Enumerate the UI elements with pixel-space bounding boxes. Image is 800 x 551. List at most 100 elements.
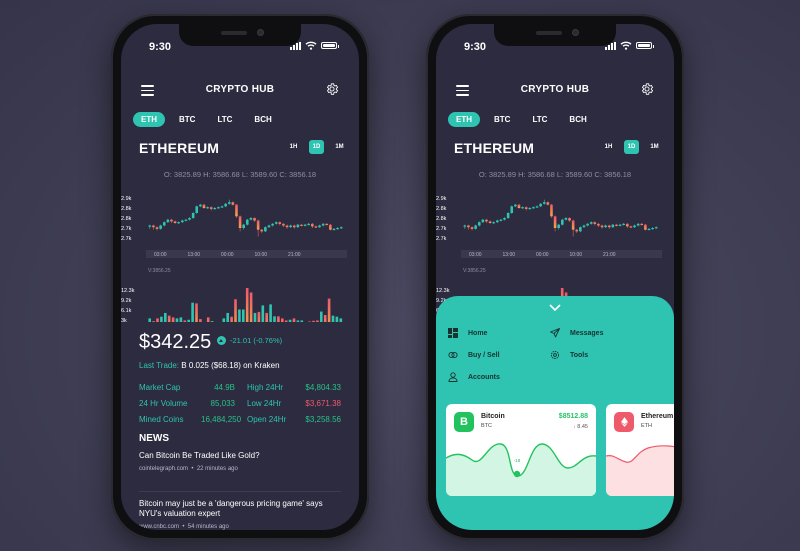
coin-tab-eth[interactable]: ETH <box>133 112 165 127</box>
range-tab-1d[interactable]: 1D <box>309 140 324 154</box>
candle <box>546 202 550 205</box>
news-headline[interactable]: Bitcoin may just be a 'dangerous pricing… <box>139 499 341 519</box>
x-tick-label: 00:00 <box>221 252 234 258</box>
volume-bar <box>277 316 280 322</box>
volume-bar <box>312 320 315 322</box>
menu-item-label: Messages <box>570 329 604 337</box>
stat-label: Open 24Hr <box>247 414 287 424</box>
volume-bar <box>195 303 198 322</box>
news-source: www.cnbc.com <box>139 524 180 530</box>
menu-item-label: Home <box>468 329 488 337</box>
volume-bar <box>160 316 163 322</box>
menu-item-label: Tools <box>570 351 589 359</box>
candle <box>640 223 644 226</box>
candle <box>604 225 607 228</box>
candle <box>264 227 267 232</box>
candle <box>231 202 235 205</box>
coin-card-sparkline <box>606 445 674 496</box>
candle <box>517 204 521 208</box>
coin-tab-ltc[interactable]: LTC <box>209 112 240 127</box>
send-icon <box>550 328 560 338</box>
x-tick-label: 13:00 <box>503 252 516 258</box>
candle <box>184 219 188 221</box>
candle <box>503 218 506 220</box>
x-tick-label: 21:00 <box>288 252 301 258</box>
candle <box>213 208 217 210</box>
settings-gear-icon[interactable] <box>325 82 339 96</box>
candle <box>615 224 618 226</box>
candle <box>271 223 274 226</box>
coin-tab-btc[interactable]: BTC <box>486 112 518 127</box>
range-tab-1h[interactable]: 1H <box>601 140 616 154</box>
ohlc-readout: O: 3825.89 H: 3586.68 L: 3589.60 C: 3856… <box>163 170 317 179</box>
gear-icon <box>550 350 560 360</box>
settings-gear-icon[interactable] <box>640 82 654 96</box>
x-axis-band <box>146 250 347 258</box>
coin-tab-bch[interactable]: BCH <box>561 112 594 127</box>
candle <box>303 224 307 226</box>
menu-item-messages[interactable]: Messages <box>550 328 603 338</box>
stat-value: $3,671.38 <box>305 398 341 408</box>
news-item[interactable]: Bitcoin may just be a 'dangerous pricing… <box>139 499 341 530</box>
y-tick-label: 2.8k <box>436 216 447 222</box>
chevron-down-icon[interactable] <box>549 304 561 312</box>
wifi-icon <box>305 41 317 50</box>
coin-tab-ltc[interactable]: LTC <box>524 112 555 127</box>
news-item[interactable]: Can Bitcoin Be Traded Like Gold? cointel… <box>139 451 341 472</box>
coin-tab-bch[interactable]: BCH <box>246 112 279 127</box>
news-headline[interactable]: Can Bitcoin Be Traded Like Gold? <box>139 451 341 461</box>
volume-bar <box>183 320 187 322</box>
menu-item-tools[interactable]: Tools <box>550 350 588 360</box>
y-tick-label: 2.9k <box>436 196 447 202</box>
candle <box>166 219 170 223</box>
candle <box>296 224 300 228</box>
candle <box>170 219 173 222</box>
candle <box>644 224 647 230</box>
volume-bar <box>269 304 272 322</box>
candle <box>339 227 343 229</box>
candle <box>506 213 510 218</box>
x-axis-band <box>461 250 662 258</box>
volume-bar <box>292 318 296 322</box>
menu-item-home[interactable]: Home <box>448 328 487 338</box>
candle <box>535 206 539 208</box>
candle <box>307 223 310 226</box>
candle <box>586 223 589 226</box>
volume-bar <box>179 317 183 322</box>
volume-readout: V:3856.25 <box>148 268 171 274</box>
volume-bar <box>296 320 300 322</box>
volume-bar <box>164 312 167 322</box>
last-trade-value: B 0.025 ($68.18) on Kraken <box>181 361 280 370</box>
candle <box>224 203 227 207</box>
coin-card-ethereum[interactable]: Ethereum ETH <box>606 404 674 496</box>
news-meta: cointelegraph.com • 22 minutes ago <box>139 466 238 472</box>
candle <box>474 225 477 229</box>
coin-card-bitcoin[interactable]: B Bitcoin BTC $8512.88 ↓ 8.45 -18 <box>446 404 596 496</box>
status-time: 9:30 <box>464 41 487 53</box>
candle <box>289 225 292 228</box>
range-tab-1m[interactable]: 1M <box>647 140 662 154</box>
volume-bar <box>242 309 245 322</box>
candle <box>159 225 162 229</box>
coin-card-sparkline: -18 <box>446 443 596 496</box>
menu-item-buy-sell[interactable]: Buy / Sell <box>448 350 500 360</box>
range-tab-1m[interactable]: 1M <box>332 140 347 154</box>
price-chart[interactable]: 2.9k 2.8k 2.8k 2.7k 2.7k 03:00 13:00 00:00 10:00… <box>121 180 359 322</box>
candle <box>557 224 560 228</box>
range-tab-1d[interactable]: 1D <box>624 140 639 154</box>
coin-tab-btc[interactable]: BTC <box>171 112 203 127</box>
candle <box>191 213 195 218</box>
candle <box>542 202 546 204</box>
volume-bar <box>210 321 214 322</box>
volume-bar <box>175 318 179 322</box>
candle <box>528 208 532 210</box>
x-tick-label: 10:00 <box>255 252 268 258</box>
menu-item-accounts[interactable]: Accounts <box>448 372 500 382</box>
bitcoin-icon: B <box>454 412 474 432</box>
range-tab-1h[interactable]: 1H <box>286 140 301 154</box>
coin-tab-eth[interactable]: ETH <box>448 112 480 127</box>
coin-card-name: Ethereum <box>641 413 674 420</box>
candle <box>155 227 159 229</box>
candle <box>597 223 600 226</box>
candle <box>521 207 524 209</box>
